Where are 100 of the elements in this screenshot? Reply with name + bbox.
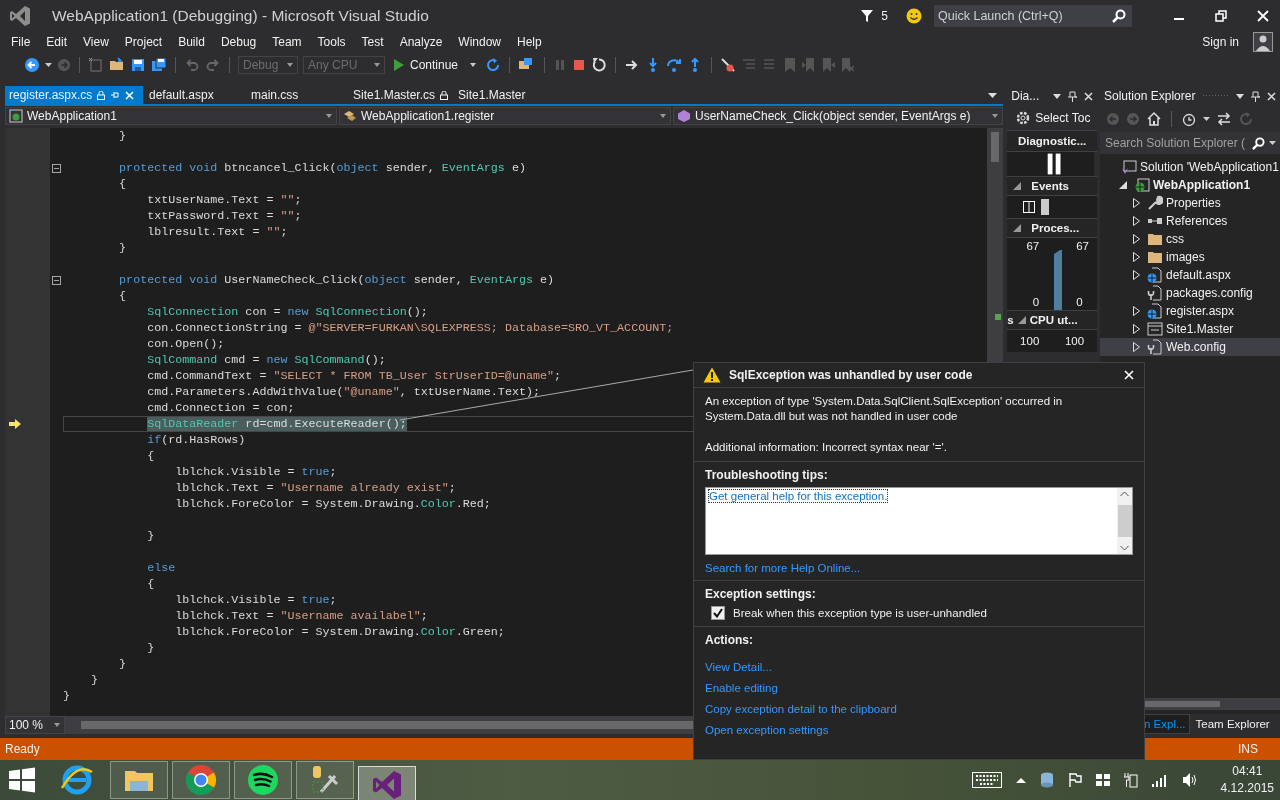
- battery-icon[interactable]: [1123, 772, 1138, 788]
- document-tab[interactable]: main.css: [247, 86, 347, 104]
- search-icon[interactable]: [1112, 9, 1126, 23]
- collapse-triangle-icon[interactable]: [1017, 316, 1026, 324]
- database-icon[interactable]: [1039, 772, 1054, 788]
- collapsed-triangle-icon[interactable]: [1132, 234, 1140, 244]
- sync-icon[interactable]: [1216, 111, 1232, 127]
- collapsed-triangle-icon[interactable]: [1132, 198, 1140, 208]
- caret-icon[interactable]: [1236, 93, 1244, 99]
- caret-icon[interactable]: [1269, 141, 1276, 145]
- collapse-triangle-icon[interactable]: [1013, 224, 1022, 232]
- action-link[interactable]: View Detail...: [705, 661, 772, 673]
- avatar-icon[interactable]: [1253, 32, 1273, 52]
- search-field[interactable]: Search Solution Explorer (: [1100, 132, 1280, 154]
- help-link[interactable]: Get general help for this exception.: [709, 490, 888, 502]
- search-help-link[interactable]: Search for more Help Online...: [705, 562, 861, 574]
- pause-box-icon[interactable]: [1023, 201, 1036, 213]
- tree-item[interactable]: css: [1100, 230, 1280, 248]
- taskbar-app[interactable]: [172, 761, 230, 799]
- close-icon[interactable]: [1084, 91, 1093, 101]
- save-all-icon[interactable]: [151, 57, 167, 73]
- signal-icon[interactable]: [1151, 773, 1168, 787]
- stop-icon[interactable]: [572, 58, 587, 72]
- filter-icon[interactable]: [861, 10, 874, 22]
- redo-icon[interactable]: [205, 57, 221, 73]
- menu-item[interactable]: Help: [509, 35, 550, 49]
- collapsed-triangle-icon[interactable]: [1132, 306, 1140, 316]
- menu-item[interactable]: Analyze: [391, 35, 451, 49]
- member-dropdown[interactable]: UserNameCheck_Click(object sender, EventArgs e): [673, 107, 1004, 125]
- action-link[interactable]: Copy exception detail to the clipboard: [705, 703, 897, 715]
- expanded-triangle-icon[interactable]: [1119, 181, 1127, 189]
- menu-item[interactable]: Project: [116, 35, 171, 49]
- zoom-dropdown[interactable]: 100 %: [5, 716, 65, 734]
- windows-icon[interactable]: [1095, 773, 1110, 787]
- menu-item[interactable]: View: [75, 35, 117, 49]
- clock-icon[interactable]: [1181, 111, 1197, 127]
- caret-icon[interactable]: [45, 63, 52, 67]
- step-over-icon[interactable]: [666, 57, 683, 73]
- caret-icon[interactable]: [1203, 117, 1210, 121]
- flag-icon[interactable]: [1067, 772, 1082, 788]
- breakpoint-toggle-icon[interactable]: [720, 57, 737, 73]
- pin-icon[interactable]: [1068, 90, 1077, 102]
- tree-item[interactable]: Properties: [1100, 194, 1280, 212]
- quick-launch-field[interactable]: Quick Launch (Ctrl+Q): [934, 5, 1132, 27]
- tree-item[interactable]: images: [1100, 248, 1280, 266]
- menu-item[interactable]: Build: [170, 35, 213, 49]
- speaker-icon[interactable]: [1181, 772, 1198, 788]
- checkbox-label[interactable]: Break when this exception type is user-unhandled: [733, 607, 987, 619]
- close-icon[interactable]: [1267, 91, 1276, 101]
- clock-date[interactable]: 4.12.2015: [1220, 780, 1274, 797]
- tree-item[interactable]: Solution 'WebApplication1: [1100, 158, 1280, 176]
- action-link[interactable]: Enable editing: [705, 682, 778, 694]
- smiley-icon[interactable]: [906, 8, 922, 24]
- taskbar-app[interactable]: [358, 765, 416, 800]
- tree-item[interactable]: default.aspx: [1100, 266, 1280, 284]
- collapse-icon[interactable]: [52, 163, 61, 173]
- collapsed-triangle-icon[interactable]: [1132, 252, 1140, 262]
- keyboard-icon[interactable]: [971, 772, 1002, 788]
- undo-icon[interactable]: [184, 57, 200, 73]
- collapse-icon[interactable]: [52, 275, 61, 285]
- menu-item[interactable]: Tools: [309, 35, 354, 49]
- document-tab[interactable]: Site1.Master: [454, 86, 555, 104]
- chevron-up-icon[interactable]: [1015, 777, 1026, 783]
- home-icon[interactable]: [1146, 111, 1162, 127]
- menu-item[interactable]: Test: [353, 35, 392, 49]
- collapsed-triangle-icon[interactable]: [1132, 324, 1140, 334]
- restart-icon[interactable]: [591, 57, 608, 73]
- taskbar-app[interactable]: [110, 761, 168, 799]
- collapsed-triangle-icon[interactable]: [1132, 216, 1140, 226]
- search-icon[interactable]: [1252, 136, 1265, 150]
- tree-item[interactable]: WebApplication1: [1100, 176, 1280, 194]
- menu-item[interactable]: Window: [450, 35, 509, 49]
- back-icon[interactable]: [24, 57, 40, 73]
- menu-item[interactable]: Debug: [212, 35, 265, 49]
- project-dropdown[interactable]: WebApplication1: [5, 107, 337, 125]
- document-tab[interactable]: default.aspx: [145, 86, 245, 104]
- tree-item[interactable]: register.aspx: [1100, 302, 1280, 320]
- caret-icon[interactable]: [1053, 93, 1061, 99]
- action-link[interactable]: Open exception settings: [705, 724, 829, 736]
- collapse-triangle-icon[interactable]: [1013, 182, 1022, 190]
- tab-overflow-icon[interactable]: [988, 93, 998, 98]
- tree-item[interactable]: Site1.Master: [1100, 320, 1280, 338]
- pin-icon[interactable]: [1251, 90, 1260, 102]
- save-icon[interactable]: [130, 57, 146, 73]
- menu-item[interactable]: File: [3, 35, 39, 49]
- restore-icon[interactable]: [1215, 10, 1227, 22]
- tree-item[interactable]: packages.config: [1100, 284, 1280, 302]
- continue-button[interactable]: Continue: [390, 55, 481, 75]
- menu-item[interactable]: Edit: [38, 35, 76, 49]
- document-tab[interactable]: Site1.Master.cs: [349, 86, 453, 104]
- tree-item[interactable]: References: [1100, 212, 1280, 230]
- refresh-icon[interactable]: [485, 57, 502, 73]
- clock-time[interactable]: 04:41: [1232, 763, 1263, 780]
- sign-in-link[interactable]: Sign in: [1202, 35, 1239, 49]
- tree-item[interactable]: Web.config: [1100, 338, 1280, 356]
- class-dropdown[interactable]: WebApplication1.register: [339, 107, 671, 125]
- panel-tab[interactable]: Team Explorer: [1192, 714, 1273, 734]
- menu-item[interactable]: Team: [264, 35, 310, 49]
- checkbox[interactable]: [711, 606, 725, 620]
- open-folder-icon[interactable]: [109, 57, 125, 73]
